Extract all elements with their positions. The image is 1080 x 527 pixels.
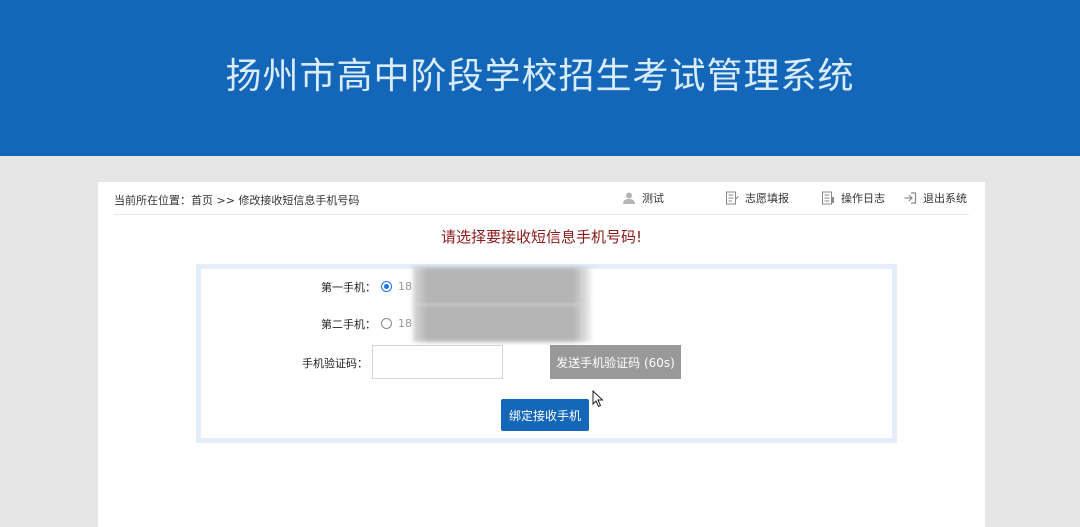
phone2-radio[interactable] (381, 318, 392, 329)
form-icon (726, 191, 739, 205)
nav-item-log[interactable]: 操作日志 (821, 190, 885, 206)
breadcrumb-home-link[interactable]: 首页 (191, 194, 213, 207)
nav-label: 志愿填报 (745, 192, 789, 205)
page-header: 扬州市高中阶段学校招生考试管理系统 (0, 0, 1080, 156)
breadcrumb-separator: >> (216, 194, 235, 207)
phone1-redaction (413, 267, 591, 305)
code-label: 手机验证码： (302, 357, 368, 370)
breadcrumb: 当前所在位置：首页 >> 修改接收短信息手机号码 (114, 192, 359, 208)
breadcrumb-prefix: 当前所在位置： (114, 194, 191, 207)
main-panel: 当前所在位置：首页 >> 修改接收短信息手机号码 测试 志愿填报 操作日志 退出… (98, 182, 985, 527)
log-icon (822, 191, 834, 205)
mouse-cursor-icon (592, 390, 604, 408)
phone2-prefix: 18 (398, 317, 412, 330)
nav-item-logout[interactable]: 退出系统 (903, 190, 967, 206)
user-menu[interactable]: 测试 (622, 190, 664, 206)
send-code-button[interactable]: 发送手机验证码 (60s) (550, 345, 681, 379)
user-name: 测试 (642, 192, 664, 205)
system-title: 扬州市高中阶段学校招生考试管理系统 (225, 56, 855, 97)
nav-item-volunteer[interactable]: 志愿填报 (725, 190, 789, 206)
bind-phone-form: 第一手机： 18 第二手机： 18 手机验证码： 发送手机验证码 (60s) 绑… (196, 264, 897, 443)
logout-icon (904, 192, 917, 204)
nav-label: 退出系统 (923, 192, 967, 205)
verification-code-input[interactable] (372, 345, 503, 379)
user-icon (623, 192, 635, 204)
phone2-redaction (413, 304, 591, 342)
nav-label: 操作日志 (841, 192, 885, 205)
phone1-prefix: 18 (398, 280, 412, 293)
phone1-label: 第一手机： (321, 281, 376, 294)
top-bar: 当前所在位置：首页 >> 修改接收短信息手机号码 测试 志愿填报 操作日志 退出… (114, 182, 969, 215)
notice-message: 请选择要接收短信息手机号码! (440, 228, 642, 246)
breadcrumb-current: 修改接收短信息手机号码 (238, 194, 360, 207)
phone2-label: 第二手机： (321, 318, 376, 331)
phone1-radio[interactable] (381, 281, 392, 292)
bind-phone-button[interactable]: 绑定接收手机 (501, 399, 589, 431)
